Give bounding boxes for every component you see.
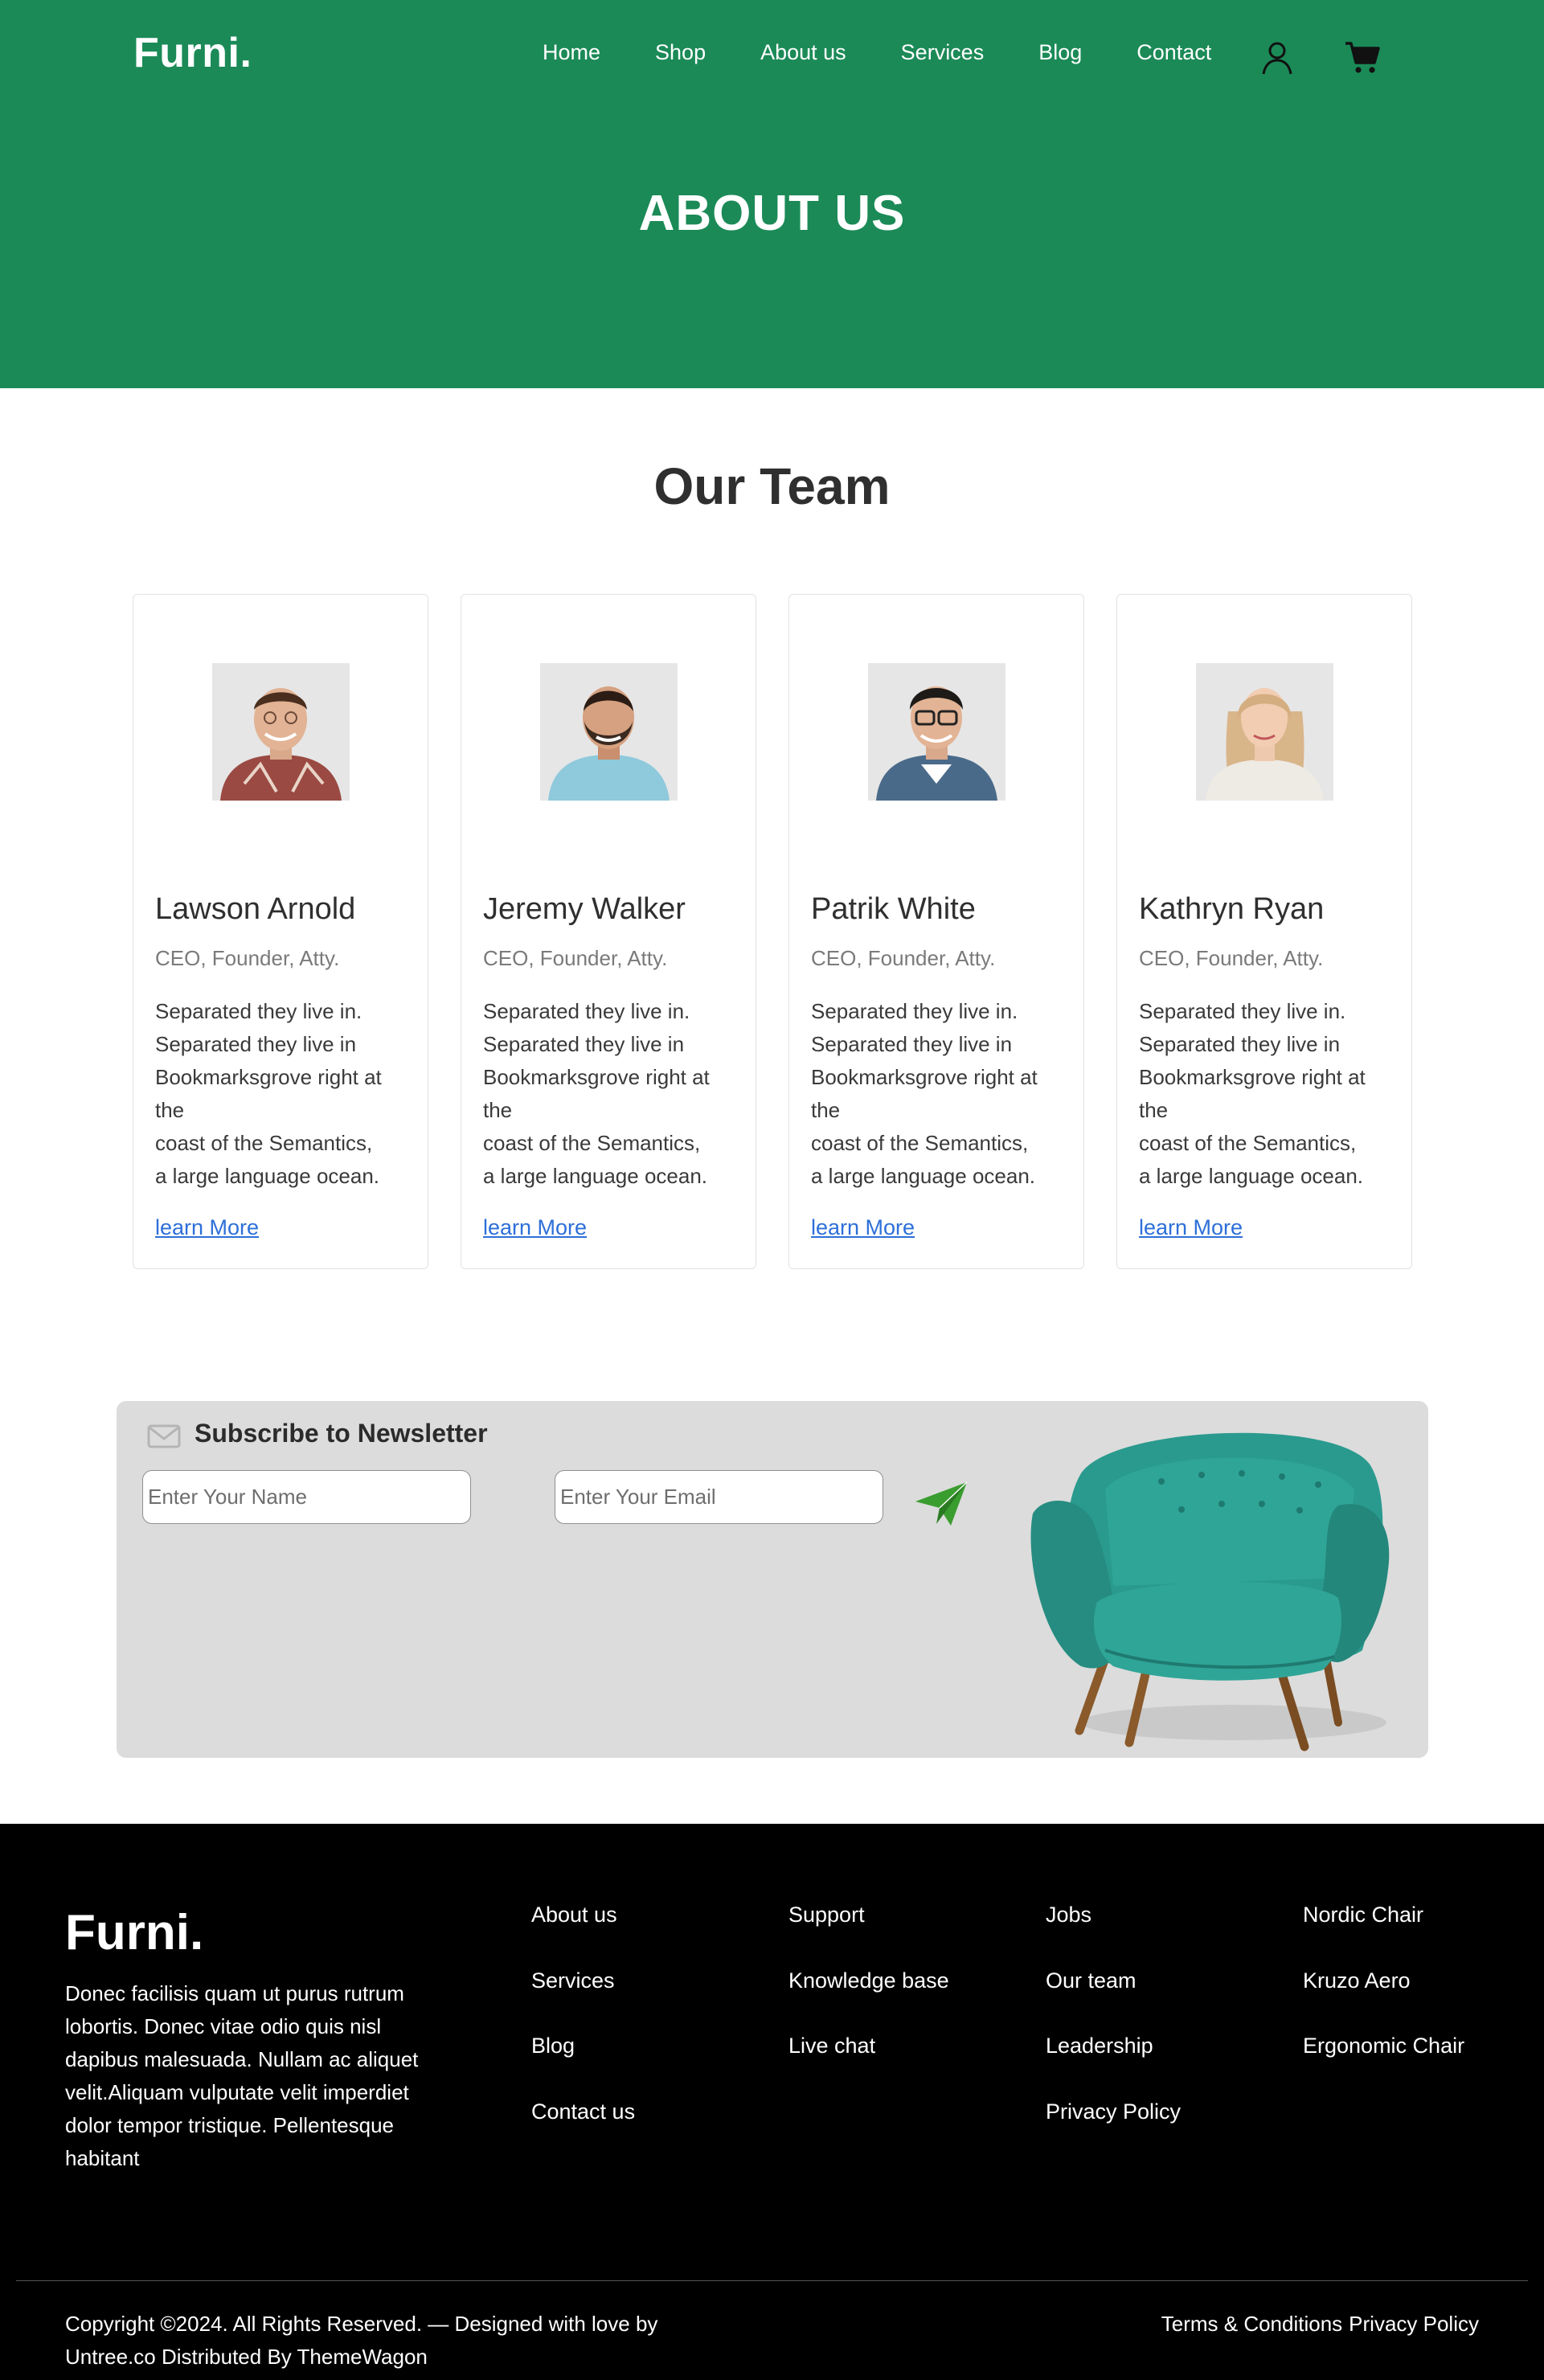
nav-shop[interactable]: Shop <box>655 40 706 65</box>
team-member-name: Jeremy Walker <box>483 892 686 926</box>
cart-icon[interactable] <box>1344 39 1381 76</box>
team-member-photo <box>1196 663 1333 801</box>
footer-link-privacy-policy[interactable]: Privacy Policy <box>1046 2099 1181 2165</box>
footer-column-support: Support Knowledge base Live chat <box>788 1903 949 2099</box>
team-member-photo <box>540 663 678 801</box>
team-member-name: Patrik White <box>811 892 976 926</box>
footer-logo[interactable]: Furni. <box>65 1904 203 1961</box>
site-footer: Furni. Donec facilisis quam ut purus rut… <box>0 1824 1544 2380</box>
footer-link-jobs[interactable]: Jobs <box>1046 1903 1181 1968</box>
hero-header: Furni. Home Shop About us Services Blog … <box>0 0 1544 388</box>
footer-link-leadership[interactable]: Leadership <box>1046 2034 1181 2099</box>
nav-home[interactable]: Home <box>543 40 600 65</box>
learn-more-link[interactable]: learn More <box>1139 1215 1243 1240</box>
team-member-bio: Separated they live in. Separated they li… <box>1139 999 1366 1188</box>
team-member-name: Kathryn Ryan <box>1139 892 1325 926</box>
nav-services[interactable]: Services <box>901 40 985 65</box>
footer-link-our-team[interactable]: Our team <box>1046 1968 1181 2034</box>
footer-link-live-chat[interactable]: Live chat <box>788 2034 949 2099</box>
team-card: Jeremy Walker CEO, Founder, Atty. Separa… <box>461 594 756 1269</box>
site-logo[interactable]: Furni. <box>133 29 252 77</box>
footer-link-knowledge-base[interactable]: Knowledge base <box>788 1968 949 2034</box>
terms-link[interactable]: Terms & Conditions <box>1161 2308 1342 2341</box>
main-nav: Home Shop About us Services Blog Contact <box>543 40 1266 65</box>
nav-contact[interactable]: Contact <box>1136 40 1211 65</box>
armchair-image <box>1030 1432 1390 1751</box>
learn-more-link[interactable]: learn More <box>483 1215 587 1240</box>
footer-divider <box>16 2280 1528 2281</box>
learn-more-link[interactable]: learn More <box>811 1215 915 1240</box>
team-member-bio: Separated they live in. Separated they li… <box>483 999 710 1188</box>
footer-link-ergonomic-chair[interactable]: Ergonomic Chair <box>1303 2034 1464 2099</box>
name-input[interactable] <box>142 1470 471 1524</box>
footer-link-contact-us[interactable]: Contact us <box>531 2099 635 2165</box>
team-member-bio: Separated they live in. Separated they li… <box>811 999 1038 1188</box>
team-member-role: CEO, Founder, Atty. <box>483 946 668 970</box>
send-icon[interactable] <box>914 1479 969 1529</box>
nav-blog[interactable]: Blog <box>1038 40 1082 65</box>
footer-link-services[interactable]: Services <box>531 1968 635 2034</box>
team-member-role: CEO, Founder, Atty. <box>155 946 340 970</box>
team-heading: Our Team <box>653 457 891 515</box>
nav-about-us[interactable]: About us <box>760 40 846 65</box>
footer-column-products: Nordic Chair Kruzo Aero Ergonomic Chair <box>1303 1903 1464 2099</box>
copyright-text: Copyright ©2024. All Rights Reserved. — … <box>65 2312 658 2369</box>
team-member-bio: Separated they live in. Separated they li… <box>155 999 382 1188</box>
team-member-role: CEO, Founder, Atty. <box>811 946 996 970</box>
envelope-icon <box>147 1424 181 1448</box>
legal-links: Terms & Conditions Privacy Policy <box>1155 2308 1479 2341</box>
team-member-photo <box>212 663 350 801</box>
team-member-photo <box>868 663 1005 801</box>
page-title: ABOUT US <box>638 186 906 241</box>
team-card: Patrik White CEO, Founder, Atty. Separat… <box>788 594 1084 1269</box>
footer-link-support[interactable]: Support <box>788 1903 949 1968</box>
footer-column-company: About us Services Blog Contact us <box>531 1903 635 2165</box>
footer-link-blog[interactable]: Blog <box>531 2034 635 2099</box>
privacy-policy-link[interactable]: Privacy Policy <box>1349 2308 1479 2341</box>
team-member-role: CEO, Founder, Atty. <box>1139 946 1324 970</box>
footer-link-about-us[interactable]: About us <box>531 1903 635 1968</box>
footer-link-kruzo-aero[interactable]: Kruzo Aero <box>1303 1968 1464 2034</box>
footer-about-text: Donec facilisis quam ut purus rutrum lobo… <box>65 1981 419 2170</box>
team-card: Lawson Arnold CEO, Founder, Atty. Separa… <box>133 594 428 1269</box>
newsletter-title: Subscribe to Newsletter <box>195 1419 488 1448</box>
team-card: Kathryn Ryan CEO, Founder, Atty. Separat… <box>1116 594 1412 1269</box>
email-input[interactable] <box>555 1470 883 1524</box>
user-icon[interactable] <box>1259 39 1296 76</box>
footer-link-nordic-chair[interactable]: Nordic Chair <box>1303 1903 1464 1968</box>
learn-more-link[interactable]: learn More <box>155 1215 259 1240</box>
newsletter-section: Subscribe to Newsletter <box>117 1401 1428 1758</box>
footer-column-team: Jobs Our team Leadership Privacy Policy <box>1046 1903 1181 2165</box>
team-member-name: Lawson Arnold <box>155 892 356 926</box>
